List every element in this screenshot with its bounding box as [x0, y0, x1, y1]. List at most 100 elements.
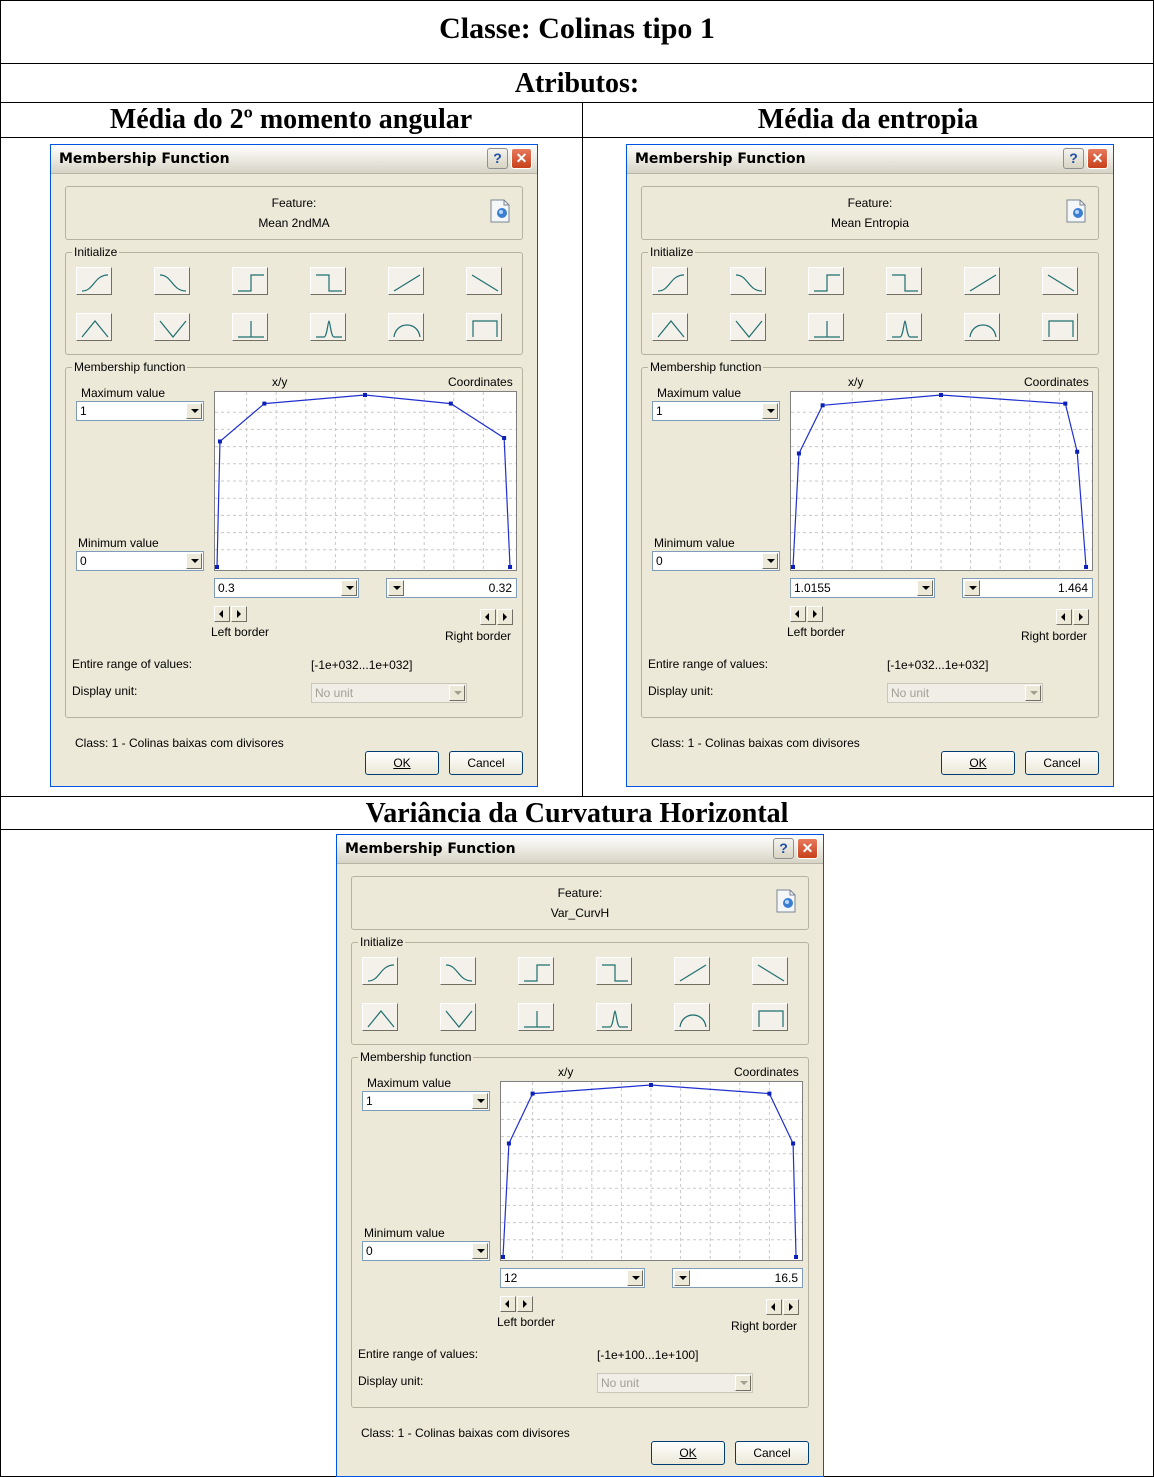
triangle-shape-button[interactable]	[652, 313, 688, 341]
linear-rise-shape-button[interactable]	[674, 957, 710, 985]
curve-point[interactable]	[217, 439, 222, 444]
approx-gaussian-shape-button[interactable]	[964, 313, 1000, 341]
max-value-combo[interactable]: 1	[76, 401, 204, 421]
step-down-shape-button[interactable]	[596, 957, 632, 985]
curve-point[interactable]	[506, 1141, 511, 1146]
linear-fall-shape-button[interactable]	[752, 957, 788, 985]
left-border-decrease-button[interactable]	[500, 1296, 516, 1312]
linear-rise-shape-button[interactable]	[388, 267, 424, 295]
linear-rise-shape-button[interactable]	[964, 267, 1000, 295]
curve-point[interactable]	[649, 1083, 653, 1087]
close-button[interactable]: ✕	[511, 148, 532, 169]
step-up-shape-button[interactable]	[808, 267, 844, 295]
chevron-down-icon[interactable]	[388, 580, 404, 596]
left-border-increase-button[interactable]	[517, 1296, 533, 1312]
chevron-down-icon[interactable]	[762, 553, 778, 569]
right-border-combo[interactable]: 1.464	[962, 578, 1093, 598]
left-border-decrease-button[interactable]	[214, 606, 230, 622]
curve-point[interactable]	[791, 1141, 796, 1146]
right-border-increase-button[interactable]	[1073, 609, 1089, 625]
curve-point[interactable]	[1084, 565, 1089, 569]
chevron-down-icon[interactable]	[674, 1270, 690, 1286]
document-icon[interactable]	[490, 199, 510, 223]
rectangle-shape-button[interactable]	[752, 1003, 788, 1031]
s-curve-rise-shape-button[interactable]	[76, 267, 112, 295]
s-curve-fall-shape-button[interactable]	[154, 267, 190, 295]
close-button[interactable]: ✕	[1087, 148, 1108, 169]
chevron-down-icon[interactable]	[627, 1270, 643, 1286]
left-border-combo[interactable]: 12	[500, 1268, 645, 1288]
curve-point[interactable]	[1075, 449, 1080, 454]
min-value-combo[interactable]: 0	[652, 551, 780, 571]
chevron-down-icon[interactable]	[762, 403, 778, 419]
curve-point[interactable]	[215, 565, 219, 569]
inverted-triangle-shape-button[interactable]	[730, 313, 766, 341]
display-unit-combo[interactable]: No unit	[887, 683, 1043, 703]
chevron-down-icon[interactable]	[964, 580, 980, 596]
min-value-combo[interactable]: 0	[362, 1241, 490, 1261]
curve-point[interactable]	[794, 1255, 799, 1259]
s-curve-rise-shape-button[interactable]	[362, 957, 398, 985]
left-border-increase-button[interactable]	[231, 606, 247, 622]
gaussian-shape-button[interactable]	[310, 313, 346, 341]
curve-point[interactable]	[501, 1255, 505, 1259]
chevron-down-icon[interactable]	[472, 1243, 488, 1259]
rectangle-shape-button[interactable]	[466, 313, 502, 341]
curve-point[interactable]	[448, 401, 453, 406]
step-down-shape-button[interactable]	[886, 267, 922, 295]
curve-point[interactable]	[796, 451, 801, 456]
document-icon[interactable]	[1066, 199, 1086, 223]
title-bar[interactable]: Membership Function ? ✕	[51, 145, 537, 174]
step-down-shape-button[interactable]	[310, 267, 346, 295]
curve-point[interactable]	[262, 401, 267, 406]
ok-button[interactable]: OK	[941, 751, 1015, 775]
chevron-down-icon[interactable]	[472, 1093, 488, 1109]
right-border-increase-button[interactable]	[783, 1299, 799, 1315]
curve-point[interactable]	[820, 403, 825, 408]
linear-fall-shape-button[interactable]	[466, 267, 502, 295]
left-border-increase-button[interactable]	[807, 606, 823, 622]
help-button[interactable]: ?	[1063, 148, 1084, 169]
inverted-triangle-shape-button[interactable]	[440, 1003, 476, 1031]
curve-point[interactable]	[363, 393, 367, 397]
help-button[interactable]: ?	[773, 838, 794, 859]
title-bar[interactable]: Membership Function ? ✕	[337, 835, 823, 864]
approx-gaussian-shape-button[interactable]	[388, 313, 424, 341]
curve-point[interactable]	[508, 565, 513, 569]
approx-gaussian-shape-button[interactable]	[674, 1003, 710, 1031]
title-bar[interactable]: Membership Function ? ✕	[627, 145, 1113, 174]
single-value-shape-button[interactable]	[808, 313, 844, 341]
max-value-combo[interactable]: 1	[362, 1091, 490, 1111]
membership-plot[interactable]	[500, 1081, 803, 1261]
chevron-down-icon[interactable]	[186, 553, 202, 569]
membership-plot[interactable]	[214, 391, 517, 571]
step-up-shape-button[interactable]	[518, 957, 554, 985]
chevron-down-icon[interactable]	[341, 580, 357, 596]
single-value-shape-button[interactable]	[518, 1003, 554, 1031]
step-up-shape-button[interactable]	[232, 267, 268, 295]
document-icon[interactable]	[776, 889, 796, 913]
right-border-decrease-button[interactable]	[1056, 609, 1072, 625]
curve-point[interactable]	[1063, 401, 1068, 406]
gaussian-shape-button[interactable]	[886, 313, 922, 341]
triangle-shape-button[interactable]	[76, 313, 112, 341]
close-button[interactable]: ✕	[797, 838, 818, 859]
right-border-increase-button[interactable]	[497, 609, 513, 625]
triangle-shape-button[interactable]	[362, 1003, 398, 1031]
ok-button[interactable]: OK	[651, 1441, 725, 1465]
left-border-combo[interactable]: 0.3	[214, 578, 359, 598]
right-border-combo[interactable]: 0.32	[386, 578, 517, 598]
linear-fall-shape-button[interactable]	[1042, 267, 1078, 295]
min-value-combo[interactable]: 0	[76, 551, 204, 571]
ok-button[interactable]: OK	[365, 751, 439, 775]
cancel-button[interactable]: Cancel	[449, 751, 523, 775]
help-button[interactable]: ?	[487, 148, 508, 169]
curve-point[interactable]	[502, 436, 507, 440]
right-border-decrease-button[interactable]	[480, 609, 496, 625]
single-value-shape-button[interactable]	[232, 313, 268, 341]
right-border-combo[interactable]: 16.5	[672, 1268, 803, 1288]
left-border-decrease-button[interactable]	[790, 606, 806, 622]
s-curve-fall-shape-button[interactable]	[730, 267, 766, 295]
s-curve-fall-shape-button[interactable]	[440, 957, 476, 985]
right-border-decrease-button[interactable]	[766, 1299, 782, 1315]
